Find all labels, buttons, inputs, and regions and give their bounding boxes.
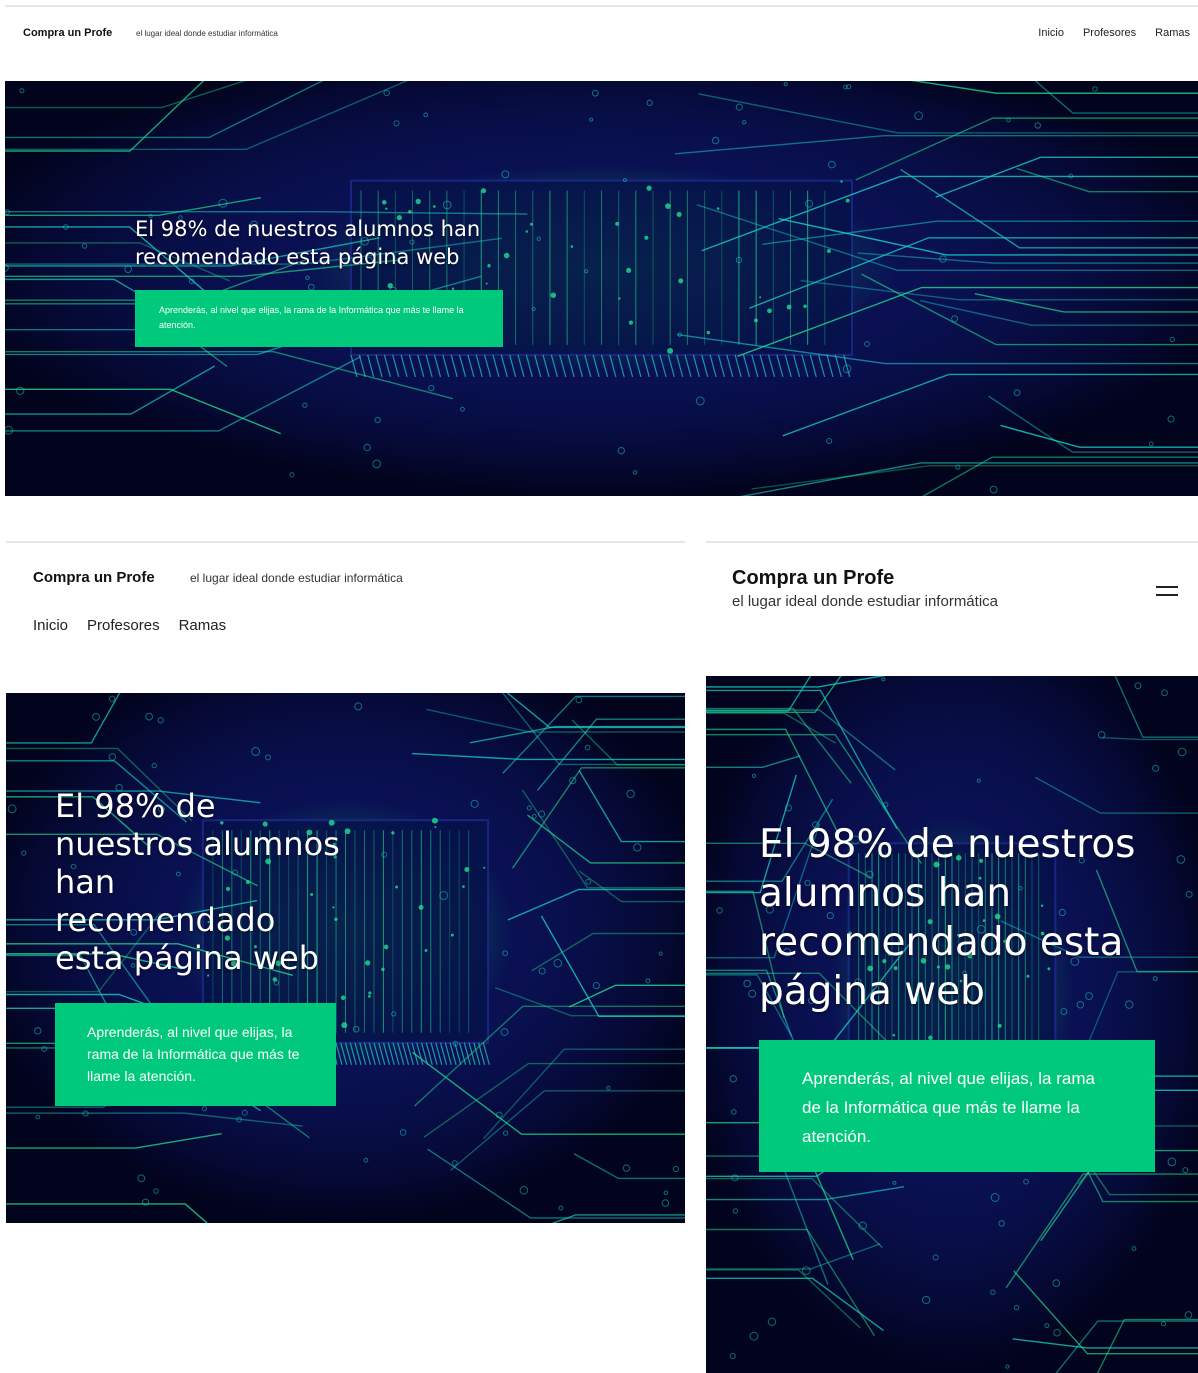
site-brand[interactable]: Compra un Profe xyxy=(23,27,112,39)
desktop-preview: Compra un Profe el lugar ideal donde est… xyxy=(5,5,1198,496)
site-header: Compra un Profe el lugar ideal donde est… xyxy=(5,5,1198,81)
nav-item-inicio[interactable]: Inicio xyxy=(33,617,68,634)
site-header: Compra un Profe el lugar ideal donde est… xyxy=(6,541,685,693)
circuit-board-image xyxy=(706,676,1198,1373)
hero-headline: El 98% de nuestros alumnos han recomenda… xyxy=(135,217,481,269)
hero-callout: Aprenderás, al nivel que elijas, la rama… xyxy=(135,290,503,347)
menu-bar xyxy=(1156,586,1178,588)
hero-headline: El 98% de nuestros alumnos han recomenda… xyxy=(759,822,1136,1014)
hero-section: El 98% de nuestros alumnos han recomenda… xyxy=(6,693,685,1223)
nav-item-inicio[interactable]: Inicio xyxy=(1038,27,1064,39)
site-header: Compra un Profe el lugar ideal donde est… xyxy=(706,541,1198,676)
nav-item-ramas[interactable]: Ramas xyxy=(1155,27,1190,39)
hero-headline: El 98% de nuestros alumnos han recomenda… xyxy=(55,787,340,977)
main-nav: Inicio Profesores Ramas xyxy=(33,617,226,634)
site-tagline: el lugar ideal donde estudiar informátic… xyxy=(190,571,403,585)
mobile-preview: Compra un Profe el lugar ideal donde est… xyxy=(706,541,1198,1373)
hero-section: El 98% de nuestros alumnos han recomenda… xyxy=(5,81,1198,496)
hero-section: El 98% de nuestros alumnos han recomenda… xyxy=(706,676,1198,1373)
site-tagline: el lugar ideal donde estudiar informátic… xyxy=(732,593,998,610)
tablet-preview: Compra un Profe el lugar ideal donde est… xyxy=(6,541,685,1223)
nav-item-profesores[interactable]: Profesores xyxy=(87,617,160,634)
hamburger-menu-icon[interactable] xyxy=(1156,584,1178,598)
circuit-board-image xyxy=(5,81,1198,496)
main-nav: Inicio Profesores Ramas xyxy=(1038,27,1190,39)
menu-bar xyxy=(1156,594,1178,596)
site-brand[interactable]: Compra un Profe xyxy=(33,569,155,586)
nav-item-ramas[interactable]: Ramas xyxy=(179,617,227,634)
site-brand[interactable]: Compra un Profe xyxy=(732,567,894,590)
site-tagline: el lugar ideal donde estudiar informátic… xyxy=(136,29,278,38)
hero-callout: Aprenderás, al nivel que elijas, la rama… xyxy=(759,1040,1155,1172)
hero-callout: Aprenderás, al nivel que elijas, la rama… xyxy=(55,1003,336,1106)
nav-item-profesores[interactable]: Profesores xyxy=(1083,27,1136,39)
